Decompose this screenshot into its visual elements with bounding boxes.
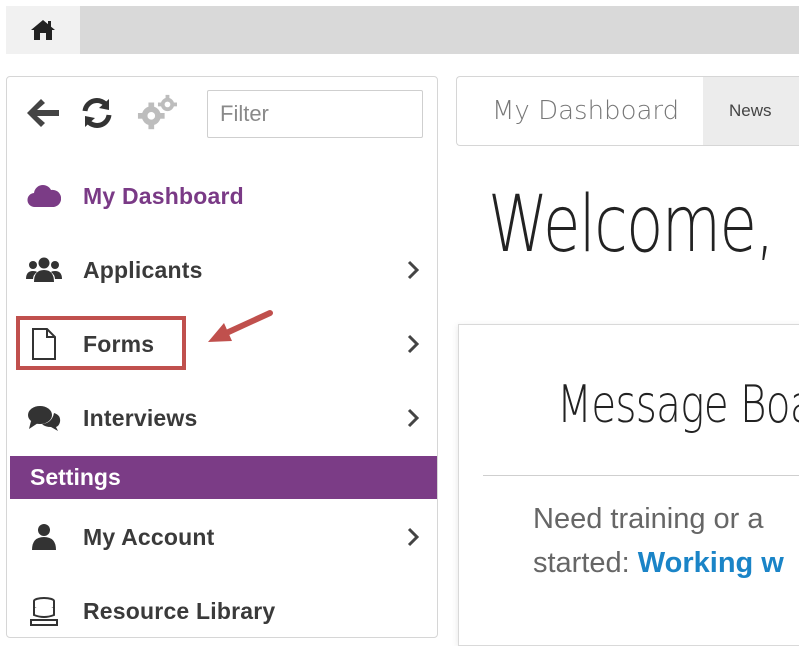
divider: [483, 475, 799, 476]
tab-bar: My Dashboard News: [456, 76, 799, 146]
sidebar-item-label: My Account: [83, 524, 215, 550]
refresh-button[interactable]: [77, 93, 117, 133]
message-board-title: Message Boa: [557, 375, 799, 435]
filter-input[interactable]: [207, 90, 423, 138]
welcome-heading: Welcome,: [488, 180, 775, 270]
message-line-2: started: Working w: [533, 541, 784, 585]
main-content: My Dashboard News Welcome, Message Boa N…: [456, 76, 799, 646]
chevron-right-icon: [407, 260, 420, 280]
working-with-link[interactable]: Working w: [638, 547, 784, 579]
arrow-left-icon: [27, 99, 59, 127]
tab-news[interactable]: News: [703, 77, 799, 145]
sidebar-item-applicants[interactable]: Applicants: [7, 233, 437, 307]
database-icon: [25, 592, 63, 630]
top-bar: [0, 0, 799, 68]
refresh-icon: [82, 98, 112, 128]
annotation-arrow-icon: [208, 310, 273, 342]
sidebar-item-label: Forms: [83, 331, 155, 357]
sidebar-item-label: Resource Library: [83, 598, 276, 624]
section-header-settings: Settings: [10, 456, 437, 499]
sidebar-item-label: My Dashboard: [83, 183, 244, 209]
message-line-2-prefix: started:: [533, 547, 638, 579]
sidebar-item-interviews[interactable]: Interviews: [7, 381, 437, 455]
message-board-panel: Message Boa Need training or a started: …: [458, 324, 799, 646]
sidebar-item-my-dashboard[interactable]: My Dashboard: [7, 159, 437, 233]
sidebar-item-label: Applicants: [83, 257, 203, 283]
message-board-text: Need training or a started: Working w: [533, 497, 784, 585]
settings-button[interactable]: [137, 93, 177, 133]
comments-icon: [25, 399, 63, 437]
chevron-right-icon: [407, 334, 420, 354]
chevron-right-icon: [407, 527, 420, 547]
gears-icon: [137, 94, 177, 130]
tab-my-dashboard[interactable]: My Dashboard: [457, 77, 703, 145]
file-icon: [25, 325, 63, 363]
back-button[interactable]: [23, 93, 63, 133]
message-line-1: Need training or a: [533, 503, 764, 535]
cloud-icon: [25, 177, 63, 215]
sidebar-item-resource-library[interactable]: Resource Library: [7, 574, 437, 637]
home-icon: [31, 20, 55, 40]
home-tab[interactable]: [6, 6, 80, 54]
top-bar-strip: [80, 6, 799, 54]
sidebar-item-label: Interviews: [83, 405, 198, 431]
sidebar: My Dashboard Applicants: [6, 76, 438, 638]
sidebar-toolbar: [7, 77, 437, 157]
user-icon: [25, 518, 63, 556]
sidebar-item-my-account[interactable]: My Account: [7, 500, 437, 574]
users-icon: [25, 251, 63, 289]
chevron-right-icon: [407, 408, 420, 428]
